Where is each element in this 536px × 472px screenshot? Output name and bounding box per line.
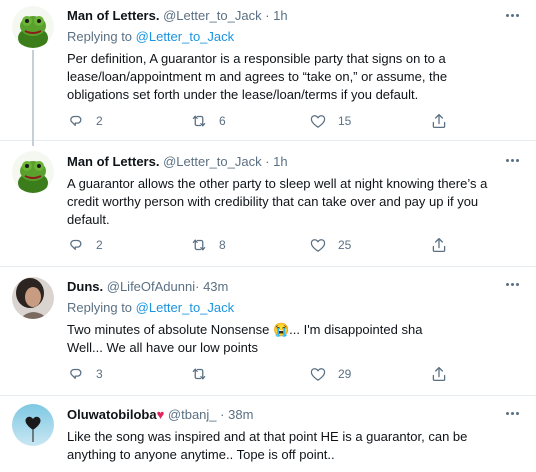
like-icon (309, 365, 327, 383)
reply-icon (67, 236, 85, 254)
more-icon[interactable] (506, 411, 520, 417)
replying-to-prefix: Replying to (67, 29, 136, 44)
tweet-header: Man of Letters. @Letter_to_Jack · 1h (67, 8, 506, 24)
replying-to-prefix: Replying to (67, 300, 136, 315)
tweet-text-line: credit worthy person with credibility th… (67, 194, 479, 209)
share-icon (430, 236, 448, 254)
separator-dot: · (220, 407, 225, 422)
tweet-text-line: default. (67, 212, 110, 227)
share-button[interactable] (430, 236, 448, 254)
more-icon[interactable] (506, 13, 520, 19)
tweet-text-segment: ... I'm disappointed sha (289, 322, 423, 337)
frog-avatar-icon (12, 151, 54, 193)
separator-dot: · (265, 154, 270, 169)
tweet[interactable]: Man of Letters. @Letter_to_Jack · 1h Rep… (0, 0, 536, 146)
profile-photo-icon (12, 277, 54, 319)
timestamp[interactable]: 1h (273, 154, 287, 169)
tweet-text: Per definition, A guarantor is a respons… (67, 50, 506, 104)
tweet-text: Like the song was inspired and at that p… (67, 428, 506, 464)
retweet-icon (190, 365, 208, 383)
frog-avatar-icon (12, 6, 54, 48)
avatar[interactable] (12, 151, 54, 193)
separator-dot: · (195, 279, 200, 294)
mention-link[interactable]: @Letter_to_Jack (136, 29, 234, 44)
like-count: 15 (338, 114, 352, 128)
display-name[interactable]: Man of Letters. (67, 8, 159, 23)
crying-emoji-icon: 😭 (272, 322, 290, 337)
reply-button[interactable]: 2 (67, 236, 103, 254)
tweet-actions: 3 29 (67, 365, 496, 385)
tweet-text-line: lease/loan/appointment m and agrees to “… (67, 69, 448, 84)
tweet-text-line: Well... We all have our low points (67, 340, 258, 355)
like-icon (309, 236, 327, 254)
tweet-text-line: Per definition, A guarantor is a respons… (67, 51, 446, 66)
tweet-text-line: anything to anyone anytime.. Tope is off… (67, 447, 335, 462)
tweet[interactable]: Duns. @LifeOfAdunni· 43m Replying to @Le… (0, 267, 536, 396)
reply-icon (67, 112, 85, 130)
tweet-header: Duns. @LifeOfAdunni· 43m (67, 279, 506, 295)
retweet-icon (190, 112, 208, 130)
retweet-button[interactable]: 6 (190, 112, 226, 130)
avatar[interactable] (12, 404, 54, 446)
tweet-header: Oluwatobiloba♥ @tbanj_ · 38m (67, 407, 506, 423)
like-count: 25 (338, 238, 352, 252)
tweet[interactable]: Oluwatobiloba♥ @tbanj_ · 38m Like the so… (0, 396, 536, 472)
share-button[interactable] (430, 112, 448, 130)
user-handle[interactable]: @Letter_to_Jack (163, 154, 261, 169)
tweet-header: Man of Letters. @Letter_to_Jack · 1h (67, 154, 506, 170)
timestamp[interactable]: 1h (273, 8, 287, 23)
tweet-text-line: Like the song was inspired and at that p… (67, 429, 468, 444)
separator-dot: · (265, 8, 270, 23)
like-button[interactable]: 15 (309, 112, 351, 130)
retweet-count: 6 (219, 114, 226, 128)
like-count: 29 (338, 367, 352, 381)
reply-count: 2 (96, 114, 103, 128)
heart-emoji-icon: ♥ (156, 407, 165, 422)
share-icon (430, 365, 448, 383)
heart-balloon-avatar-icon (12, 404, 54, 446)
replying-to: Replying to @Letter_to_Jack (67, 29, 506, 45)
display-name[interactable]: Man of Letters. (67, 154, 159, 169)
tweet-actions: 2 8 25 (67, 236, 496, 256)
like-button[interactable]: 29 (309, 365, 351, 383)
retweet-count: 8 (219, 238, 226, 252)
tweet-feed: Man of Letters. @Letter_to_Jack · 1h Rep… (0, 0, 536, 472)
retweet-button[interactable]: 8 (190, 236, 226, 254)
tweet-text-line: Two minutes of absolute Nonsense 😭... I'… (67, 321, 506, 339)
tweet[interactable]: Man of Letters. @Letter_to_Jack · 1h A g… (0, 141, 536, 267)
user-handle[interactable]: @LifeOfAdunni (107, 279, 195, 294)
more-icon[interactable] (506, 282, 520, 288)
tweet-actions: 2 6 15 (67, 112, 496, 132)
reply-count: 3 (96, 367, 103, 381)
replying-to: Replying to @Letter_to_Jack (67, 300, 506, 316)
reply-count: 2 (96, 238, 103, 252)
reply-button[interactable]: 3 (67, 365, 103, 383)
tweet-text: Two minutes of absolute Nonsense 😭... I'… (67, 321, 506, 357)
user-handle[interactable]: @tbanj_ (168, 407, 217, 422)
more-icon[interactable] (506, 158, 520, 164)
display-name[interactable]: Oluwatobiloba (67, 407, 157, 422)
tweet-text: A guarantor allows the other party to sl… (67, 175, 506, 229)
like-button[interactable]: 25 (309, 236, 351, 254)
retweet-button[interactable] (190, 365, 219, 383)
share-button[interactable] (430, 365, 448, 383)
user-handle[interactable]: @Letter_to_Jack (163, 8, 261, 23)
like-icon (309, 112, 327, 130)
timestamp[interactable]: 43m (203, 279, 228, 294)
display-name[interactable]: Duns. (67, 279, 103, 294)
mention-link[interactable]: @Letter_to_Jack (136, 300, 234, 315)
share-icon (430, 112, 448, 130)
retweet-icon (190, 236, 208, 254)
avatar[interactable] (12, 6, 54, 48)
tweet-text-line: A guarantor allows the other party to sl… (67, 176, 488, 191)
thread-connector (32, 50, 34, 146)
tweet-text-segment: Two minutes of absolute Nonsense (67, 322, 273, 337)
reply-icon (67, 365, 85, 383)
tweet-text-line: obligations set forth under the lease/lo… (67, 87, 419, 102)
timestamp[interactable]: 38m (228, 407, 253, 422)
reply-button[interactable]: 2 (67, 112, 103, 130)
avatar[interactable] (12, 277, 54, 319)
